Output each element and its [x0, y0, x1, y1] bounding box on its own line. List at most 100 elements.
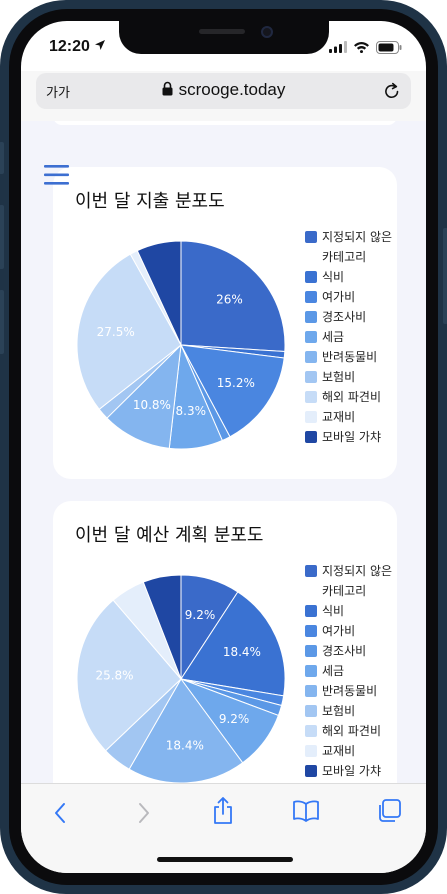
legend-swatch	[305, 705, 317, 717]
previous-card	[53, 121, 397, 125]
legend-item[interactable]: 지정되지 않은 카테고리	[305, 227, 397, 267]
screen: 12:20 가가 scrooge.today 이번 달 지출 분포도 26% 1…	[21, 21, 426, 873]
slice-label: 25.8%	[95, 669, 133, 683]
expense-distribution-card: 이번 달 지출 분포도 26% 15.2% 8.3% 10.8% 27.5% 지정되지 …	[53, 167, 397, 479]
notch	[119, 21, 329, 54]
volume-down-button	[0, 290, 4, 354]
legend-swatch	[305, 271, 317, 283]
home-indicator	[157, 857, 293, 862]
legend-label: 교재비	[322, 410, 356, 424]
legend-label: 여가비	[322, 624, 356, 638]
legend-item[interactable]: 경조사비	[305, 641, 397, 661]
slice-label: 18.4%	[223, 645, 261, 659]
status-bar: 12:20	[21, 21, 426, 71]
tabs-button[interactable]	[376, 798, 402, 824]
legend-label: 보험비	[322, 704, 356, 718]
bookmarks-button[interactable]	[292, 799, 320, 823]
legend-item[interactable]: 식비	[305, 601, 397, 621]
legend-item[interactable]: 여가비	[305, 621, 397, 641]
legend-label: 모바일 가챠	[322, 764, 382, 778]
legend-swatch	[305, 351, 317, 363]
legend-item[interactable]: 식비	[305, 267, 397, 287]
lock-icon	[162, 81, 173, 96]
cellular-signal-icon	[329, 41, 347, 53]
legend-label: 해외 파견비	[322, 390, 382, 404]
legend-label: 식비	[322, 604, 345, 618]
legend-swatch	[305, 625, 317, 637]
mute-switch	[0, 142, 4, 174]
legend-label: 식비	[322, 270, 345, 284]
legend-swatch	[305, 231, 317, 243]
legend-item[interactable]: 세금	[305, 327, 397, 347]
legend-item[interactable]: 반려동물비	[305, 347, 397, 367]
legend-item[interactable]: 교재비	[305, 407, 397, 427]
legend-swatch	[305, 391, 317, 403]
share-button[interactable]	[211, 796, 235, 826]
back-button[interactable]	[51, 800, 71, 826]
legend-label: 여가비	[322, 290, 356, 304]
legend-swatch	[305, 745, 317, 757]
budget-pie-chart: 9.2% 18.4% 9.2% 18.4% 25.8%	[76, 574, 286, 783]
legend-item[interactable]: 세금	[305, 661, 397, 681]
legend-item[interactable]: 교재비	[305, 741, 397, 761]
legend-label: 세금	[322, 664, 345, 678]
legend-label: 지정되지 않은 카테고리	[322, 230, 393, 264]
slice-label: 9.2%	[185, 608, 216, 622]
status-icons	[329, 40, 402, 54]
volume-up-button	[0, 205, 4, 269]
legend-label: 해외 파견비	[322, 724, 382, 738]
web-page: 이번 달 지출 분포도 26% 15.2% 8.3% 10.8% 27.5% 지정되지 …	[21, 121, 426, 783]
legend-swatch	[305, 371, 317, 383]
legend-swatch	[305, 685, 317, 697]
legend-item[interactable]: 보험비	[305, 701, 397, 721]
slice-label: 15.2%	[217, 376, 255, 390]
status-time: 12:20	[49, 38, 106, 56]
legend-item[interactable]: 여가비	[305, 287, 397, 307]
legend-item[interactable]: 해외 파견비	[305, 387, 397, 407]
legend-swatch	[305, 565, 317, 577]
address-bar[interactable]: 가가 scrooge.today	[36, 73, 411, 109]
legend-label: 지정되지 않은 카테고리	[322, 564, 393, 598]
legend-swatch	[305, 331, 317, 343]
budget-distribution-card: 이번 달 예산 계획 분포도 9.2% 18.4% 9.2% 18.4% 25.8% 지…	[53, 501, 397, 783]
url-display[interactable]: scrooge.today	[36, 80, 411, 100]
legend-swatch	[305, 665, 317, 677]
budget-card-title: 이번 달 예산 계획 분포도	[75, 525, 264, 546]
slice-label: 10.8%	[133, 398, 171, 412]
time-text: 12:20	[49, 38, 90, 55]
legend-item[interactable]: 모바일 가챠	[305, 761, 397, 781]
slice-label: 18.4%	[166, 739, 204, 753]
slice-label: 8.3%	[176, 404, 207, 418]
url-text: scrooge.today	[178, 80, 286, 99]
hamburger-menu-icon[interactable]	[44, 165, 69, 185]
legend-label: 경조사비	[322, 644, 367, 658]
wifi-icon	[354, 42, 369, 53]
front-camera	[261, 26, 273, 38]
legend-item[interactable]: 반려동물비	[305, 681, 397, 701]
expense-legend: 지정되지 않은 카테고리식비여가비경조사비 세금반려동물비보험비해외 파견비교재비…	[305, 227, 397, 447]
legend-item[interactable]: 보험비	[305, 367, 397, 387]
legend-item[interactable]: 해외 파견비	[305, 721, 397, 741]
legend-swatch	[305, 605, 317, 617]
browser-address-area: 가가 scrooge.today	[21, 71, 426, 121]
legend-label: 보험비	[322, 370, 356, 384]
legend-swatch	[305, 645, 317, 657]
legend-swatch	[305, 431, 317, 443]
reload-icon[interactable]	[383, 82, 401, 100]
slice-label: 9.2%	[219, 712, 250, 726]
legend-label: 반려동물비	[322, 350, 378, 364]
legend-label: 모바일 가챠	[322, 430, 382, 444]
power-button	[443, 228, 447, 324]
battery-icon	[376, 40, 402, 54]
legend-item[interactable]: 지정되지 않은 카테고리	[305, 561, 397, 601]
location-arrow-icon	[95, 40, 106, 50]
legend-item[interactable]: 경조사비	[305, 307, 397, 327]
legend-item[interactable]: 모바일 가챠	[305, 427, 397, 447]
slice-label: 26%	[216, 292, 243, 306]
legend-label: 교재비	[322, 744, 356, 758]
legend-swatch	[305, 411, 317, 423]
expense-pie-chart: 26% 15.2% 8.3% 10.8% 27.5%	[76, 240, 286, 450]
slice-label: 27.5%	[97, 325, 135, 339]
forward-button[interactable]	[133, 800, 153, 826]
legend-label: 반려동물비	[322, 684, 378, 698]
